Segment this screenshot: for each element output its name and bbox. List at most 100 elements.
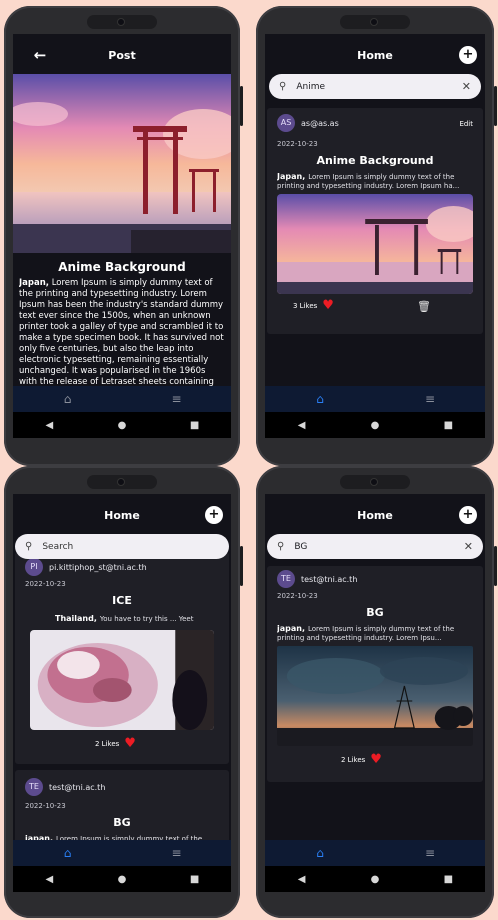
system-nav: ◀ ● ■ — [13, 866, 231, 892]
post-image — [277, 646, 473, 746]
sys-home-icon[interactable]: ● — [360, 420, 390, 431]
edit-button[interactable]: Edit — [459, 120, 473, 128]
post-author: AS as@as.as — [277, 114, 339, 132]
post-heading: Anime Background — [58, 260, 186, 274]
post-date: 2022-10-23 — [277, 140, 318, 148]
menu-icon[interactable]: ≡ — [410, 392, 450, 406]
search-value: BG — [294, 541, 308, 552]
phone-search-anime: Home + ⚲ Anime ✕ AS as@as.as Edit 2022-1… — [256, 6, 497, 466]
camera — [87, 15, 157, 29]
search-icon: ⚲ — [25, 541, 33, 552]
search-placeholder: Search — [42, 541, 74, 552]
home-icon[interactable]: ⌂ — [300, 392, 340, 406]
camera — [87, 475, 157, 489]
sys-home-icon[interactable]: ● — [360, 874, 390, 885]
menu-icon[interactable]: ≡ — [410, 846, 450, 860]
post-card[interactable]: AS as@as.as Edit 2022-10-23 Anime Backgr… — [267, 108, 483, 334]
home-icon[interactable]: ⌂ — [48, 846, 88, 860]
phone-post: ← Post Anime Background Japan, Lorem Ips… — [4, 6, 243, 466]
likes-count: 3 Likes — [293, 301, 318, 310]
sys-back-icon[interactable]: ◀ — [34, 874, 64, 885]
camera — [340, 15, 410, 29]
search-input[interactable]: ⚲ Search — [15, 534, 229, 559]
screen-post: ← Post Anime Background Japan, Lorem Ips… — [13, 34, 231, 438]
post-date: 2022-10-23 — [25, 802, 66, 810]
post-excerpt: japan, Lorem Ipsum is simply dummy text o… — [277, 624, 473, 642]
back-arrow-icon[interactable]: ← — [31, 46, 49, 64]
phone-home-feed: Home + PI pi.kittiphop_st@tni.ac.th 2022… — [4, 466, 243, 918]
post-image — [13, 74, 231, 253]
avatar: TE — [277, 570, 295, 588]
sys-home-icon[interactable]: ● — [107, 420, 137, 431]
author-email: pi.kittiphop_st@tni.ac.th — [49, 562, 147, 572]
bottom-nav: ⌂ ≡ — [265, 840, 485, 866]
sys-recent-icon[interactable]: ■ — [180, 420, 210, 431]
sys-recent-icon[interactable]: ■ — [180, 874, 210, 885]
post-excerpt-text: You have to try this ... Yeet — [99, 615, 194, 623]
add-post-button[interactable]: + — [459, 506, 477, 524]
search-value: Anime — [296, 81, 325, 92]
post-title: BG — [113, 816, 131, 829]
post-title: BG — [366, 606, 384, 619]
system-nav: ◀ ● ■ — [265, 412, 485, 438]
sys-home-icon[interactable]: ● — [107, 874, 137, 885]
screen-search-bg: Home + ⚲ BG ✕ TE test@tni.ac.th 2022-10-… — [265, 494, 485, 892]
app-bar: Home + — [13, 494, 231, 536]
search-icon: ⚲ — [277, 541, 285, 552]
app-bar: Home + — [265, 34, 485, 76]
post-image — [277, 194, 473, 294]
likes: 2 Likes ♥ — [341, 752, 382, 767]
sys-back-icon[interactable]: ◀ — [287, 420, 317, 431]
post-title: ICE — [112, 594, 132, 607]
avatar: AS — [277, 114, 295, 132]
author-email: as@as.as — [301, 118, 339, 128]
trash-icon[interactable]: 🗑 — [417, 300, 431, 313]
system-nav: ◀ ● ■ — [265, 866, 485, 892]
add-post-button[interactable]: + — [459, 46, 477, 64]
bottom-nav: ⌂ ≡ — [265, 386, 485, 412]
bottom-nav: ⌂ ≡ — [13, 840, 231, 866]
post-card[interactable]: TE test@tni.ac.th 2022-10-23 BG japan, Lo… — [267, 566, 483, 782]
post-author: PI pi.kittiphop_st@tni.ac.th — [25, 558, 147, 576]
post-card[interactable]: PI pi.kittiphop_st@tni.ac.th 2022-10-23 … — [15, 552, 229, 764]
post-excerpt: Japan, Lorem Ipsum is simply dummy text o… — [277, 172, 473, 190]
author-email: test@tni.ac.th — [49, 782, 106, 792]
search-input[interactable]: ⚲ BG ✕ — [267, 534, 483, 559]
sys-back-icon[interactable]: ◀ — [287, 874, 317, 885]
likes: 3 Likes ♥ — [293, 298, 334, 313]
avatar: TE — [25, 778, 43, 796]
clear-icon[interactable]: ✕ — [464, 540, 473, 553]
sys-recent-icon[interactable]: ■ — [433, 420, 463, 431]
sys-recent-icon[interactable]: ■ — [433, 874, 463, 885]
home-icon[interactable]: ⌂ — [48, 392, 88, 406]
search-icon: ⚲ — [279, 81, 287, 92]
likes: 2 Likes ♥ — [95, 736, 136, 751]
page-title: Post — [108, 48, 136, 62]
post-date: 2022-10-23 — [25, 580, 66, 588]
avatar: PI — [25, 558, 43, 576]
post-location: Thailand, — [55, 614, 97, 623]
search-input[interactable]: ⚲ Anime ✕ — [269, 74, 481, 99]
screen-search-anime: Home + ⚲ Anime ✕ AS as@as.as Edit 2022-1… — [265, 34, 485, 438]
heart-icon[interactable]: ♥ — [124, 736, 136, 751]
menu-icon[interactable]: ≡ — [157, 392, 197, 406]
post-author: TE test@tni.ac.th — [277, 570, 357, 588]
post-location: Japan, — [277, 172, 306, 181]
screen-home-feed: Home + PI pi.kittiphop_st@tni.ac.th 2022… — [13, 494, 231, 892]
heart-icon[interactable]: ♥ — [322, 298, 334, 313]
heart-icon[interactable]: ♥ — [370, 752, 382, 767]
stage: ← Post Anime Background Japan, Lorem Ips… — [0, 0, 498, 920]
sys-back-icon[interactable]: ◀ — [34, 420, 64, 431]
clear-icon[interactable]: ✕ — [462, 80, 471, 93]
home-icon[interactable]: ⌂ — [300, 846, 340, 860]
likes-count: 2 Likes — [95, 739, 120, 748]
page-title: Home — [104, 508, 140, 522]
author-email: test@tni.ac.th — [301, 574, 358, 584]
system-nav: ◀ ● ■ — [13, 412, 231, 438]
post-date: 2022-10-23 — [277, 592, 318, 600]
menu-icon[interactable]: ≡ — [157, 846, 197, 860]
post-image — [30, 630, 214, 730]
add-post-button[interactable]: + — [205, 506, 223, 524]
bottom-nav: ⌂ ≡ — [13, 386, 231, 412]
post-excerpt: Thailand, You have to try this ... Yeet — [55, 614, 219, 626]
